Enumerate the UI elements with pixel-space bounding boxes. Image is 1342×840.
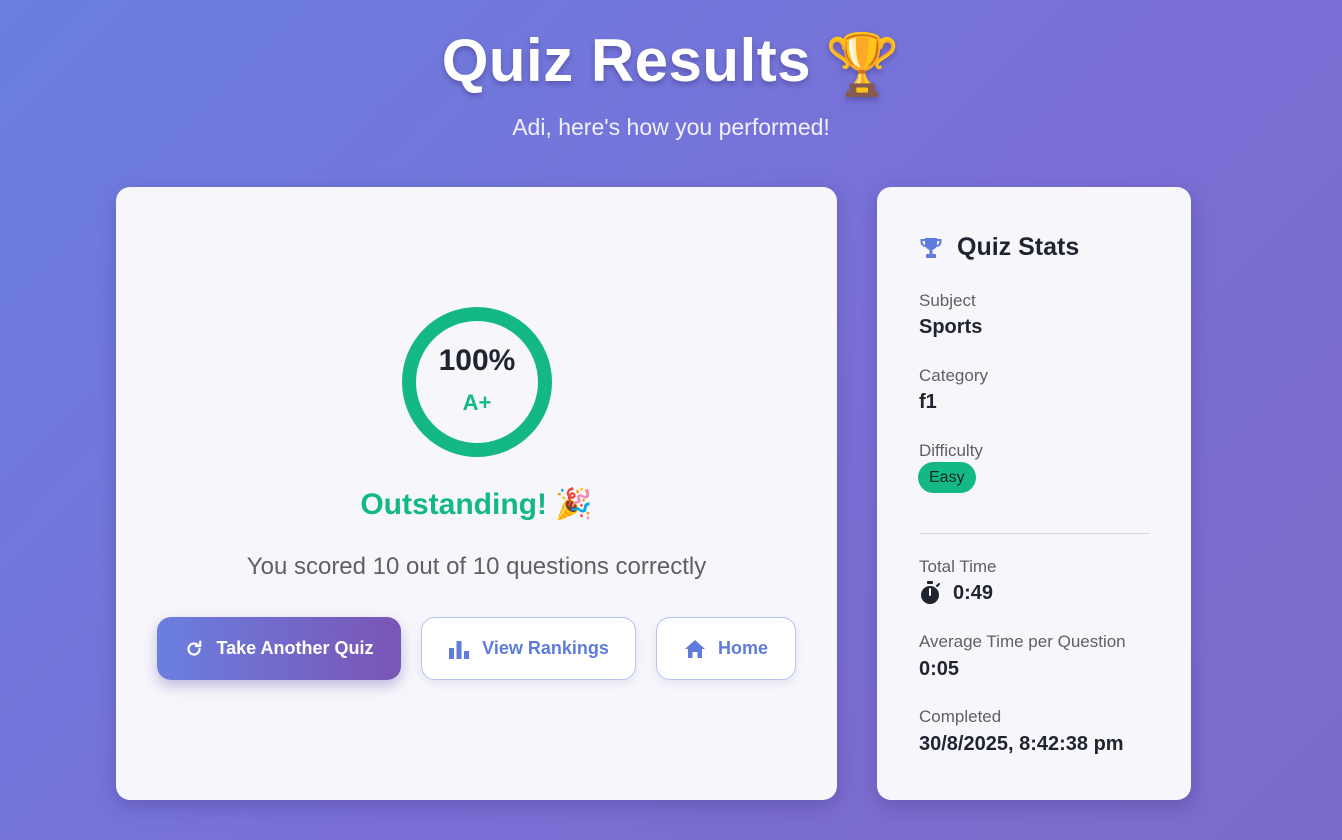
page-title: Quiz Results 🏆 <box>0 26 1342 100</box>
quiz-stats-title: Quiz Stats <box>957 233 1080 261</box>
take-another-quiz-button[interactable]: Take Another Quiz <box>157 617 401 680</box>
difficulty-label: Difficulty <box>919 441 983 460</box>
quiz-stats-card: Quiz Stats Subject Sports Category f1 Di… <box>877 187 1191 800</box>
view-rankings-label: View Rankings <box>482 638 609 658</box>
result-card: 100% A+ Outstanding! 🎉 You scored 10 out… <box>116 187 837 800</box>
quiz-stats-header: Quiz Stats <box>919 233 1079 262</box>
stopwatch-icon <box>919 581 941 605</box>
completed-label: Completed <box>919 707 1002 726</box>
view-rankings-button[interactable]: View Rankings <box>421 617 636 680</box>
total-time-value: 0:49 <box>953 581 994 604</box>
score-ring-fill <box>402 307 552 457</box>
home-label: Home <box>717 638 768 658</box>
difficulty-badge: Easy <box>918 462 976 493</box>
subject-value: Sports <box>919 316 983 338</box>
refresh-icon <box>184 639 204 659</box>
praise-message: Outstanding! 🎉 <box>360 488 593 521</box>
score-ring-graphic <box>402 307 552 457</box>
total-time-row: 0:49 <box>919 581 993 605</box>
take-another-quiz-label: Take Another Quiz <box>216 638 374 658</box>
home-button[interactable]: Home <box>656 617 796 680</box>
category-label: Category <box>919 366 988 385</box>
score-summary: You scored 10 out of 10 questions correc… <box>246 553 707 580</box>
stats-divider <box>919 533 1150 534</box>
trophy-icon <box>919 236 943 260</box>
total-time-label: Total Time <box>919 557 997 576</box>
bar-chart-icon <box>448 639 470 659</box>
page-title-text: Quiz Results <box>441 27 812 94</box>
subject-label: Subject <box>919 291 976 310</box>
score-percent: 100% <box>438 344 516 377</box>
score-ring: 100% A+ <box>401 306 553 458</box>
avg-time-label: Average Time per Question <box>919 632 1126 651</box>
category-value: f1 <box>919 391 937 413</box>
score-grade: A+ <box>462 390 492 415</box>
avg-time-value: 0:05 <box>919 658 960 680</box>
page-subtitle: Adi, here's how you performed! <box>512 114 830 140</box>
trophy-emoji-icon: 🏆 <box>825 31 901 98</box>
completed-value: 30/8/2025, 8:42:38 pm <box>919 733 1124 755</box>
home-icon <box>684 639 706 659</box>
